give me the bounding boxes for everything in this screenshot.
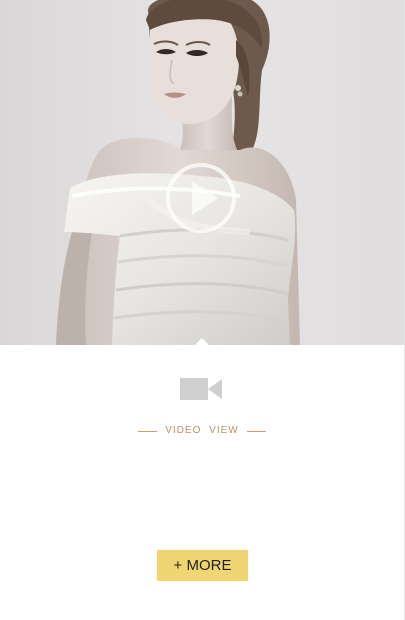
- video-view-heading: VIDEO VIEW: [0, 424, 404, 438]
- video-view-page: VIDEO VIEW + MORE: [0, 0, 405, 620]
- hero-video-thumbnail[interactable]: [0, 0, 404, 345]
- more-button[interactable]: + MORE: [157, 550, 248, 581]
- video-camera-icon: [180, 378, 222, 400]
- play-icon[interactable]: [164, 161, 238, 235]
- right-divider: [246, 430, 266, 432]
- left-divider: [138, 430, 158, 432]
- video-view-label: VIDEO VIEW: [165, 425, 239, 436]
- pointer-notch: [194, 338, 210, 346]
